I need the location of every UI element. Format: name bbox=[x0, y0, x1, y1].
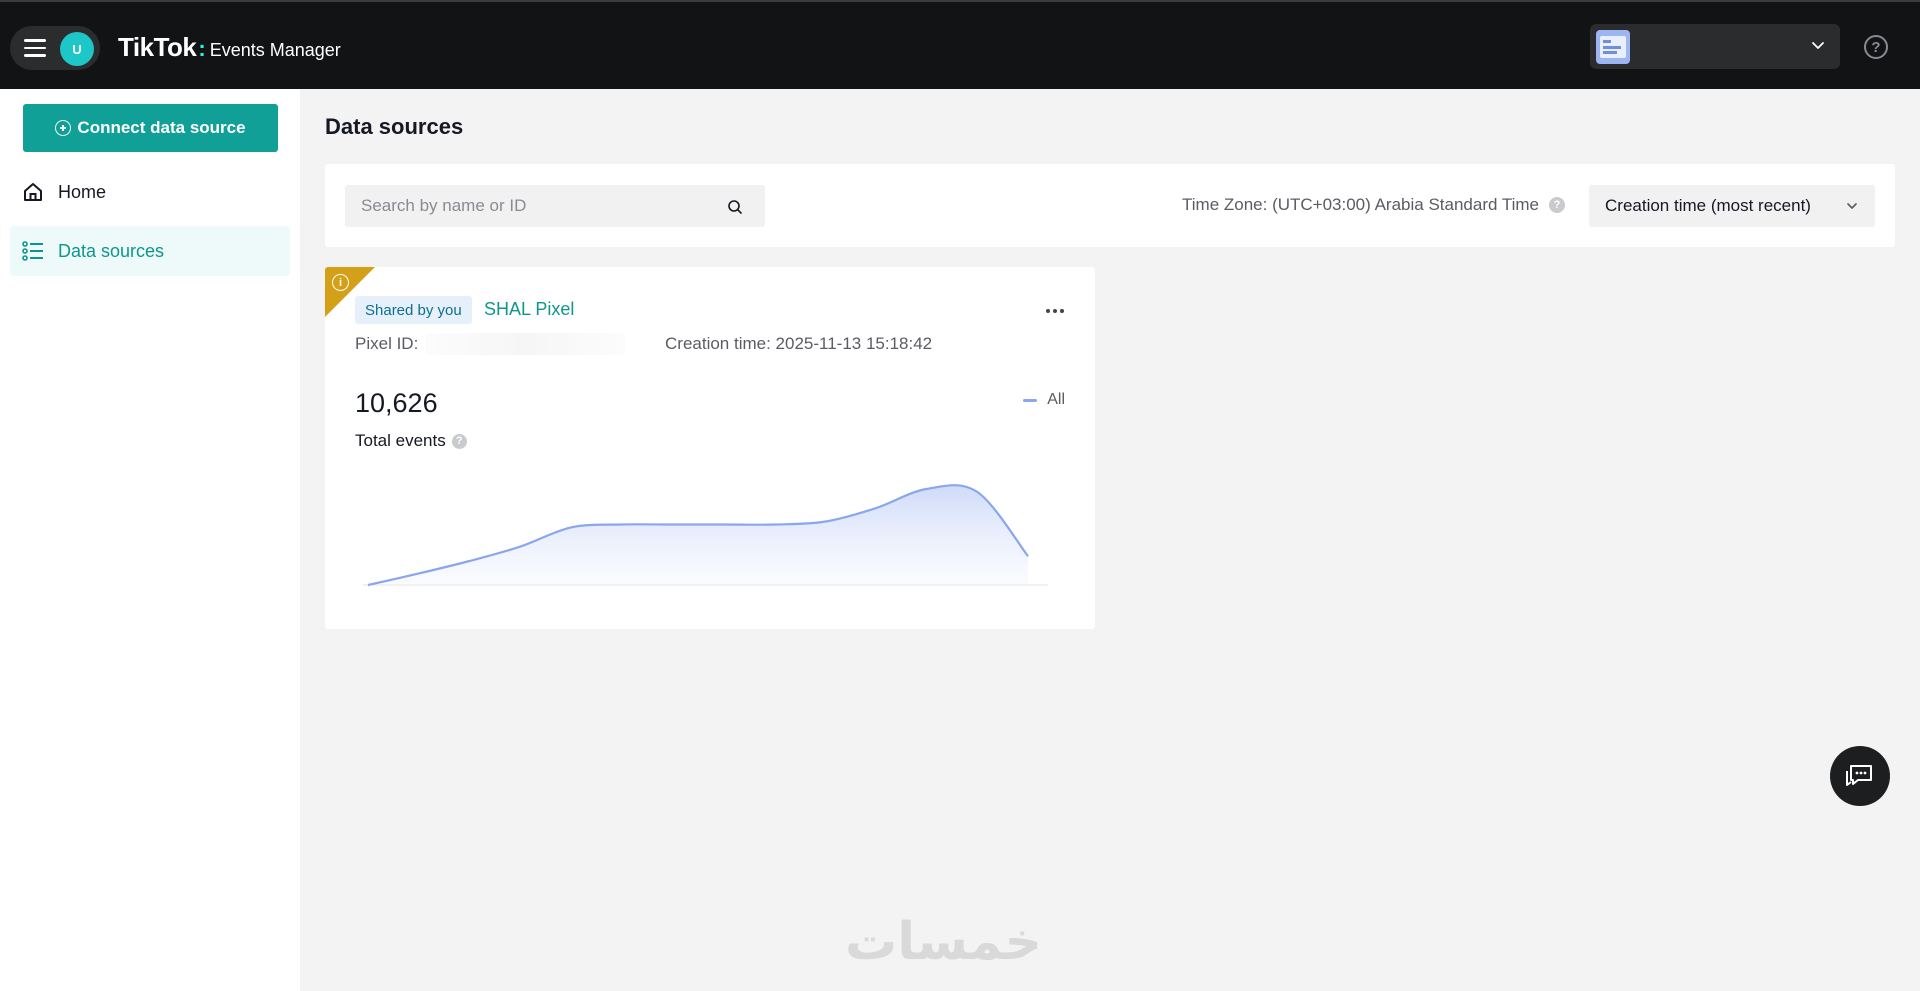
shared-tag: Shared by you bbox=[355, 296, 472, 324]
chart-area bbox=[368, 485, 1028, 585]
account-thumbnail-icon bbox=[1596, 30, 1630, 64]
sort-selected: Creation time (most recent) bbox=[1605, 196, 1811, 215]
data-source-card[interactable]: i Shared by you SHAL Pixel Pixel ID: Cre… bbox=[325, 267, 1095, 629]
question-icon[interactable]: ? bbox=[451, 433, 467, 449]
search-input[interactable] bbox=[345, 185, 765, 227]
account-selector[interactable] bbox=[1590, 24, 1840, 69]
question-icon[interactable]: ? bbox=[1549, 197, 1565, 213]
sidebar-item-label: Home bbox=[58, 181, 107, 202]
total-events-label: Total events ? bbox=[355, 431, 467, 451]
top-bar: U TikTok : Events Manager ? bbox=[0, 0, 1920, 89]
pixel-id-label: Pixel ID: bbox=[355, 334, 419, 353]
watermark-logo: خمسات bbox=[845, 912, 1043, 972]
page-title: Data sources bbox=[325, 114, 464, 139]
chat-icon bbox=[1846, 765, 1872, 786]
product-name: Events Manager bbox=[209, 40, 341, 60]
connect-data-source-label: Connect data source bbox=[77, 118, 246, 137]
menu-pill: U bbox=[10, 26, 100, 70]
avatar[interactable]: U bbox=[60, 32, 94, 66]
pixel-id-value-redacted bbox=[425, 333, 625, 355]
chevron-down-icon bbox=[1847, 203, 1857, 209]
sort-dropdown[interactable]: Creation time (most recent) bbox=[1589, 185, 1875, 227]
brand-logo[interactable]: TikTok : Events Manager bbox=[118, 32, 341, 63]
sidebar: Connect data source Home Data sources bbox=[0, 89, 300, 991]
chart-legend: All bbox=[1023, 391, 1065, 409]
search-icon[interactable] bbox=[727, 199, 743, 215]
filter-bar: Time Zone: (UTC+03:00) Arabia Standard T… bbox=[325, 164, 1895, 247]
add-circle-icon bbox=[55, 120, 72, 136]
list-icon bbox=[22, 241, 43, 261]
sidebar-item-data-sources[interactable]: Data sources bbox=[10, 226, 290, 276]
help-icon[interactable]: ? bbox=[1864, 35, 1888, 59]
info-icon[interactable]: i bbox=[332, 274, 349, 291]
legend-label: All bbox=[1047, 391, 1065, 408]
legend-swatch bbox=[1023, 398, 1038, 402]
sidebar-item-home[interactable]: Home bbox=[10, 167, 290, 217]
chat-support-button[interactable] bbox=[1830, 746, 1890, 806]
timezone-text: Time Zone: (UTC+03:00) Arabia Standard T… bbox=[1182, 195, 1539, 214]
more-options-icon[interactable] bbox=[1041, 301, 1069, 321]
events-chart bbox=[363, 484, 1048, 587]
search-box bbox=[345, 185, 765, 227]
sidebar-item-label: Data sources bbox=[58, 240, 165, 261]
connect-data-source-button[interactable]: Connect data source bbox=[23, 104, 278, 152]
brand-separator: : bbox=[198, 36, 206, 61]
timezone-label: Time Zone: (UTC+03:00) Arabia Standard T… bbox=[1182, 195, 1565, 215]
total-events-text: Total events bbox=[355, 431, 446, 450]
hamburger-menu-icon[interactable] bbox=[24, 39, 46, 57]
chevron-down-icon bbox=[1812, 42, 1824, 49]
home-icon bbox=[24, 183, 42, 201]
pixel-name-link[interactable]: SHAL Pixel bbox=[484, 299, 574, 320]
total-events-value: 10,626 bbox=[355, 388, 438, 418]
brand-name: TikTok bbox=[118, 32, 197, 62]
creation-time: Creation time: 2025-11-13 15:18:42 bbox=[665, 334, 933, 353]
